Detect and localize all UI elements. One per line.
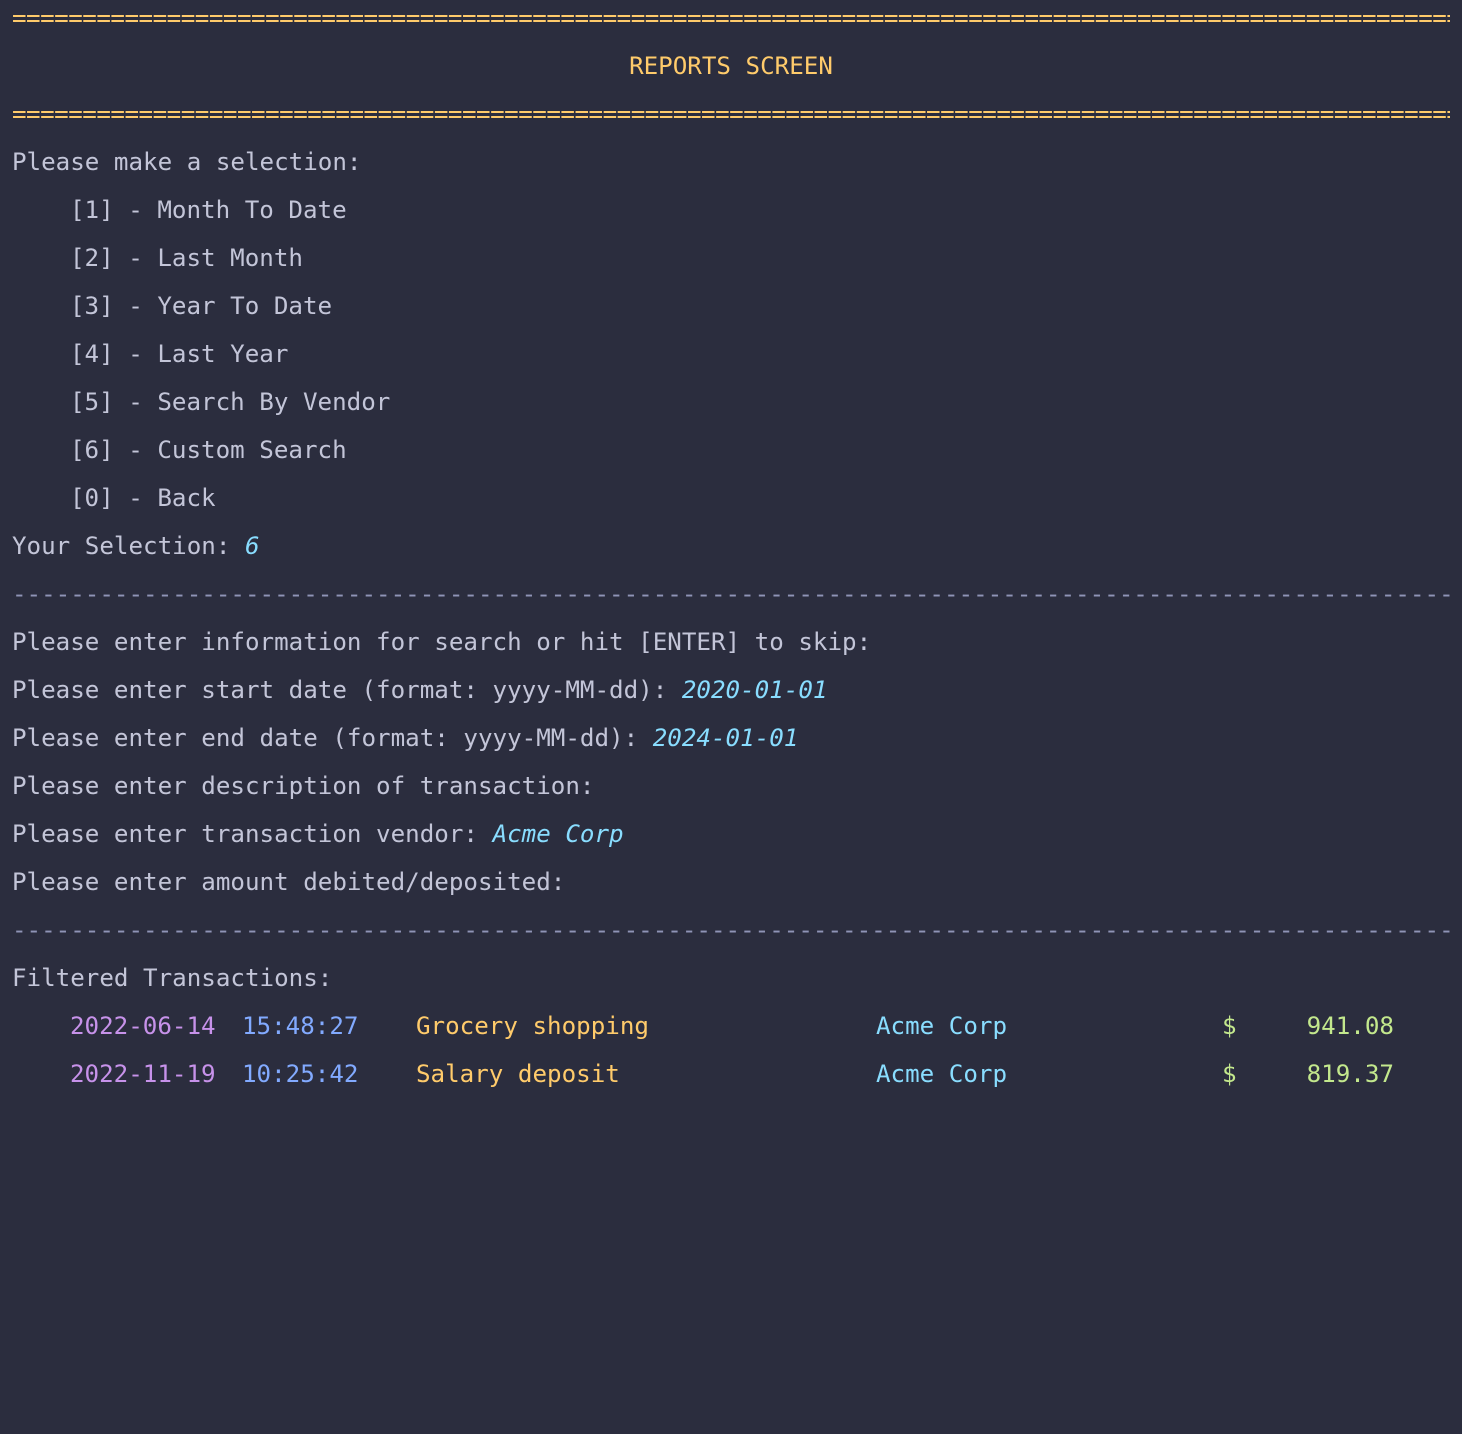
amount-prompt: Please enter amount debited/deposited: <box>12 868 566 896</box>
transaction-amount: 819.37 <box>1306 1060 1394 1088</box>
transaction-description: Grocery shopping <box>416 1012 649 1040</box>
transaction-description: Salary deposit <box>416 1060 620 1088</box>
selection-line: Your Selection: 6 <box>12 522 1450 570</box>
transaction-amount: 941.08 <box>1306 1012 1394 1040</box>
menu-item-year-to-date[interactable]: [3] - Year To Date <box>12 282 1450 330</box>
search-intro: Please enter information for search or h… <box>12 628 872 656</box>
terminal-window: ========================================… <box>0 0 1462 1100</box>
end-date-prompt: Please enter end date (format: yyyy-MM-d… <box>12 724 653 752</box>
end-date-input[interactable]: 2024-01-01 <box>653 724 799 752</box>
menu-prompt: Please make a selection: <box>12 148 362 176</box>
header-rule-top: ========================================… <box>12 4 1450 32</box>
transaction-vendor: Acme Corp <box>876 1012 1008 1040</box>
start-date-line: Please enter start date (format: yyyy-MM… <box>12 666 1450 714</box>
start-date-input[interactable]: 2020-01-01 <box>682 676 828 704</box>
divider-2: ----------------------------------------… <box>12 916 1450 944</box>
transaction-time: 10:25:42 <box>242 1060 359 1088</box>
transaction-row: 2022-06-14 15:48:27 Grocery shopping Acm… <box>12 1002 1450 1050</box>
transaction-date: 2022-11-19 <box>70 1060 216 1088</box>
transaction-date: 2022-06-14 <box>70 1012 216 1040</box>
menu-item-back[interactable]: [0] - Back <box>12 474 1450 522</box>
vendor-prompt: Please enter transaction vendor: <box>12 820 493 848</box>
description-prompt: Please enter description of transaction: <box>12 772 595 800</box>
divider-1: ----------------------------------------… <box>12 580 1450 608</box>
transaction-currency: $ <box>1222 1060 1237 1088</box>
vendor-input[interactable]: Acme Corp <box>493 820 624 848</box>
menu-item-custom-search[interactable]: [6] - Custom Search <box>12 426 1450 474</box>
transaction-time: 15:48:27 <box>242 1012 359 1040</box>
transaction-currency: $ <box>1222 1012 1237 1040</box>
start-date-prompt: Please enter start date (format: yyyy-MM… <box>12 676 682 704</box>
selection-input[interactable]: 6 <box>245 532 260 560</box>
menu-item-last-month[interactable]: [2] - Last Month <box>12 234 1450 282</box>
results-heading: Filtered Transactions: <box>12 964 333 992</box>
header-rule-bottom: ========================================… <box>12 100 1450 128</box>
menu-item-last-year[interactable]: [4] - Last Year <box>12 330 1450 378</box>
transaction-vendor: Acme Corp <box>876 1060 1008 1088</box>
end-date-line: Please enter end date (format: yyyy-MM-d… <box>12 714 1450 762</box>
selection-prompt: Your Selection: <box>12 532 245 560</box>
vendor-line: Please enter transaction vendor: Acme Co… <box>12 810 1450 858</box>
screen-title: REPORTS SCREEN <box>629 52 833 80</box>
transaction-row: 2022-11-19 10:25:42 Salary deposit Acme … <box>12 1050 1450 1098</box>
menu-item-search-by-vendor[interactable]: [5] - Search By Vendor <box>12 378 1450 426</box>
menu-item-month-to-date[interactable]: [1] - Month To Date <box>12 186 1450 234</box>
